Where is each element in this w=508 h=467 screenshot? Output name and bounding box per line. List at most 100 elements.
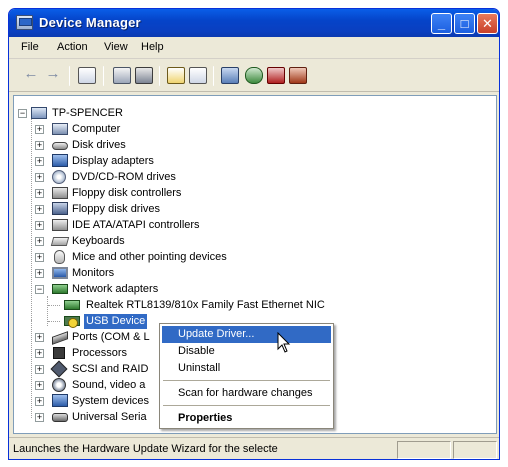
expand-expander[interactable]: + [35, 173, 44, 182]
expand-expander[interactable]: + [35, 125, 44, 134]
tree-category-label: Display adapters [72, 155, 154, 167]
menu-file[interactable]: File [21, 41, 39, 53]
menu-view[interactable]: View [104, 41, 128, 53]
expand-expander[interactable]: + [35, 237, 44, 246]
tree-category-label: DVD/CD-ROM drives [72, 171, 176, 183]
tree-category[interactable]: + DVD/CD-ROM drives [35, 170, 298, 185]
system-device-icon [52, 394, 68, 407]
scan-hardware-icon[interactable] [221, 67, 239, 84]
floppy-drive-icon [52, 202, 68, 215]
tree-category[interactable]: + Processors [35, 346, 168, 361]
tree-category[interactable]: + System devices [35, 394, 168, 409]
menu-properties[interactable]: Properties [162, 410, 331, 427]
tree-category-label: Processors [72, 347, 128, 359]
menu-uninstall[interactable]: Uninstall [162, 360, 331, 377]
expand-expander[interactable]: + [35, 381, 44, 390]
expand-expander[interactable]: + [35, 189, 44, 198]
menu-help[interactable]: Help [141, 41, 164, 53]
properties-icon[interactable] [113, 67, 131, 84]
mouse-icon [54, 250, 65, 264]
tree-category[interactable]: + Keyboards [35, 234, 298, 249]
tree-category-label: Sound, video a [72, 379, 146, 391]
close-button[interactable]: ✕ [477, 13, 498, 34]
show-hide-tree-icon[interactable] [78, 67, 96, 84]
help-icon[interactable] [167, 67, 185, 84]
disable-device-icon[interactable] [267, 67, 285, 84]
tree-category-label: Disk drives [72, 139, 126, 151]
disk-drive-icon [52, 142, 68, 150]
expand-expander[interactable]: + [35, 141, 44, 150]
tree-category-label: Floppy disk drives [72, 203, 161, 215]
collapse-expander[interactable]: − [18, 109, 27, 118]
menu-scan-hardware[interactable]: Scan for hardware changes [162, 385, 331, 402]
back-button[interactable]: ← [23, 65, 39, 82]
status-panel [453, 441, 497, 459]
toolbar-separator [69, 66, 70, 86]
collapse-expander[interactable]: − [35, 285, 44, 294]
status-bar: Launches the Hardware Update Wizard for … [9, 437, 499, 459]
expand-expander[interactable]: + [35, 365, 44, 374]
update-driver-icon[interactable] [245, 67, 263, 84]
tree-category-label: Monitors [72, 267, 115, 279]
expand-expander[interactable]: + [35, 349, 44, 358]
tree-category[interactable]: + Computer [35, 122, 298, 137]
tree-category[interactable]: + Mice and other pointing devices [35, 250, 298, 265]
minimize-button[interactable]: _ [431, 13, 452, 34]
device-manager-window: Device Manager _ □ ✕ File Action View He… [8, 8, 500, 460]
tree-root[interactable]: − TP-SPENCER [18, 106, 218, 121]
ide-controller-icon [52, 219, 68, 231]
tree-category[interactable]: + Ports (COM & L [35, 330, 168, 345]
tree-root-label: TP-SPENCER [52, 107, 123, 119]
expand-expander[interactable]: + [35, 413, 44, 422]
monitor-icon [52, 267, 68, 279]
usb-controller-icon [52, 413, 68, 422]
tree-guide-line [48, 321, 60, 322]
tree-category[interactable]: + Floppy disk drives [35, 202, 298, 217]
console-icon[interactable] [189, 67, 207, 84]
menu-update-driver[interactable]: Update Driver... [162, 326, 331, 343]
processor-icon [53, 347, 65, 359]
floppy-controller-icon [52, 187, 68, 199]
tree-device[interactable]: Realtek RTL8139/810x Family Fast Etherne… [64, 298, 364, 313]
port-icon [52, 331, 68, 345]
title-bar[interactable]: Device Manager _ □ ✕ [9, 9, 499, 37]
tree-category-label: Keyboards [72, 235, 125, 247]
tree-category[interactable]: + Floppy disk controllers [35, 186, 298, 201]
toolbar-separator [103, 66, 104, 86]
expand-expander[interactable]: + [35, 333, 44, 342]
tree-category[interactable]: + Display adapters [35, 154, 298, 169]
menu-disable[interactable]: Disable [162, 343, 331, 360]
expand-expander[interactable]: + [35, 269, 44, 278]
uninstall-device-icon[interactable] [289, 67, 307, 84]
maximize-button[interactable]: □ [454, 13, 475, 34]
tree-category-expanded[interactable]: − Network adapters [35, 282, 298, 297]
menu-bar: File Action View Help [9, 37, 499, 59]
tree-guide-line [48, 305, 60, 306]
tree-category[interactable]: + Monitors [35, 266, 298, 281]
tree-category-label: Ports (COM & L [72, 331, 150, 343]
expand-expander[interactable]: + [35, 157, 44, 166]
print-icon[interactable] [135, 67, 153, 84]
forward-button[interactable]: → [45, 65, 61, 82]
keyboard-icon [50, 237, 70, 246]
menu-separator [163, 380, 330, 381]
nic-card-icon [64, 300, 80, 310]
tree-category[interactable]: + SCSI and RAID [35, 360, 168, 378]
tree-device-label: USB Device [84, 314, 148, 329]
mouse-cursor-icon [277, 332, 291, 353]
tree-category-label: IDE ATA/ATAPI controllers [72, 219, 200, 231]
expand-expander[interactable]: + [35, 205, 44, 214]
expand-expander[interactable]: + [35, 221, 44, 230]
menu-action[interactable]: Action [57, 41, 88, 53]
sound-icon [52, 378, 66, 392]
tree-device-label: Realtek RTL8139/810x Family Fast Etherne… [86, 299, 325, 311]
tree-category-label: System devices [72, 395, 150, 407]
tree-category-label: SCSI and RAID [72, 363, 149, 375]
toolbar-separator [213, 66, 214, 86]
expand-expander[interactable]: + [35, 397, 44, 406]
tree-category[interactable]: + Universal Seria [35, 410, 168, 425]
tree-category[interactable]: + IDE ATA/ATAPI controllers [35, 218, 298, 233]
tree-category[interactable]: + Disk drives [35, 138, 298, 153]
tree-category[interactable]: + Sound, video a [35, 378, 168, 393]
expand-expander[interactable]: + [35, 253, 44, 262]
